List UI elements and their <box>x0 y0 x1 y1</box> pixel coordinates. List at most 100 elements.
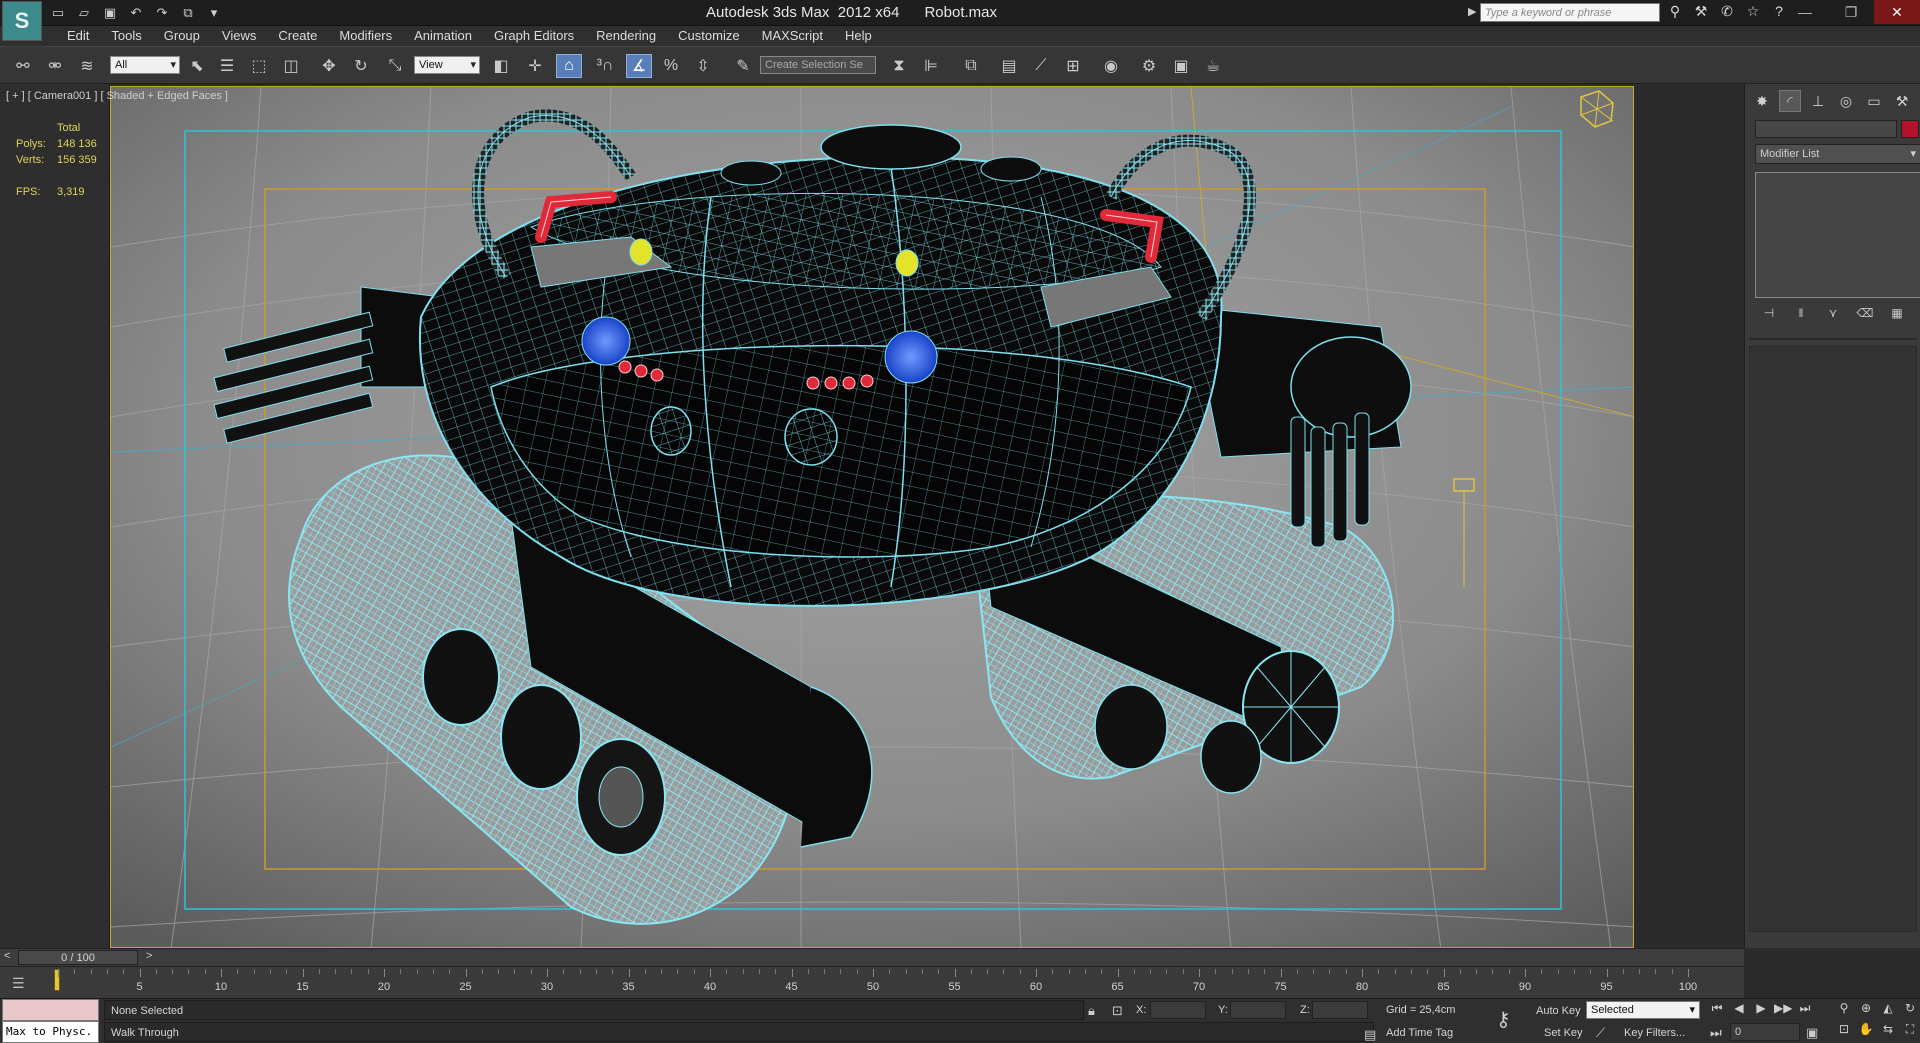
key-mode-dropdown[interactable]: Selected <box>1586 1001 1700 1019</box>
play-icon[interactable]: ▶ <box>1752 1001 1770 1019</box>
menu-maxscript[interactable]: MAXScript <box>751 26 834 46</box>
app-menu-button[interactable]: S <box>2 1 42 41</box>
motion-tab-icon[interactable]: ◎ <box>1835 90 1857 112</box>
zoom-all-icon[interactable]: ⊕ <box>1856 1001 1876 1020</box>
render-production-icon[interactable]: ☕ <box>1200 54 1226 78</box>
qa-dropdown-icon[interactable]: ▾ <box>204 4 224 22</box>
hierarchy-tab-icon[interactable]: ⊥ <box>1807 90 1829 112</box>
communication-icon[interactable]: ✆ <box>1718 3 1736 20</box>
material-editor-icon[interactable]: ◉ <box>1098 54 1124 78</box>
auto-key-button[interactable]: Auto Key <box>1536 1005 1581 1017</box>
track-bar[interactable]: ☰ 5 10 15 20 25 30 35 40 45 50 55 60 65 70 75 80 85 90 95 1… <box>0 966 1744 998</box>
curve-editor-icon[interactable]: ⟋ <box>1028 54 1054 78</box>
viewport-label-menu[interactable]: [ + ] [ Camera001 ] [ Shaded + Edged Fac… <box>6 90 228 102</box>
select-and-rotate-icon[interactable]: ↻ <box>348 54 374 78</box>
menu-create[interactable]: Create <box>267 26 328 46</box>
time-configuration-icon[interactable]: ▣ <box>1806 1025 1818 1041</box>
window-crossing-icon[interactable]: ◫ <box>278 54 304 78</box>
time-slider-thumb[interactable]: 0 / 100 <box>18 950 138 965</box>
object-color-swatch[interactable] <box>1901 120 1919 138</box>
menu-help[interactable]: Help <box>834 26 883 46</box>
schematic-view-icon[interactable]: ⊞ <box>1060 54 1086 78</box>
new-file-icon[interactable]: ▭ <box>48 4 68 22</box>
y-coord-field[interactable] <box>1230 1001 1286 1019</box>
select-and-move-icon[interactable]: ✥ <box>316 54 342 78</box>
go-to-start-icon[interactable]: ⏮ <box>1708 1001 1726 1019</box>
time-slider-prev-icon[interactable]: < <box>4 950 10 962</box>
percent-snap-icon[interactable]: % <box>658 54 684 78</box>
keyboard-shortcut-override-icon[interactable]: ⌂ <box>556 54 582 78</box>
zoom-icon[interactable]: ⚲ <box>1834 1001 1854 1020</box>
set-keys-key-icon[interactable]: ⚷ <box>1496 1007 1511 1032</box>
open-mini-curve-editor-icon[interactable]: ☰ <box>12 975 25 992</box>
unlink-icon[interactable]: ⚮ <box>42 54 68 78</box>
utilities-tab-icon[interactable]: ⚒ <box>1891 90 1913 112</box>
orbit-icon[interactable]: ↻ <box>1900 1001 1920 1020</box>
pivot-center-icon[interactable]: ◧ <box>488 54 514 78</box>
redo-icon[interactable]: ↷ <box>152 4 172 22</box>
create-tab-icon[interactable]: ✸ <box>1751 90 1773 112</box>
menu-group[interactable]: Group <box>153 26 211 46</box>
menu-edit[interactable]: Edit <box>56 26 100 46</box>
rendered-frame-window-icon[interactable]: ▣ <box>1168 54 1194 78</box>
current-time-marker[interactable] <box>54 969 60 991</box>
object-name-field[interactable] <box>1755 120 1897 138</box>
maximize-viewport-icon[interactable]: ⛶ <box>1900 1022 1920 1041</box>
graphite-ribbon-icon[interactable]: ▤ <box>996 54 1022 78</box>
search-expand-icon[interactable]: ▶ <box>1468 5 1476 18</box>
make-unique-icon[interactable]: ⋎ <box>1823 306 1843 324</box>
previous-frame-icon[interactable]: ◀ <box>1730 1001 1748 1019</box>
minimize-button[interactable]: — <box>1782 0 1828 24</box>
remove-modifier-icon[interactable]: ⌫ <box>1855 306 1875 324</box>
render-setup-icon[interactable]: ⚙ <box>1136 54 1162 78</box>
time-slider-next-icon[interactable]: > <box>146 950 152 962</box>
binoculars-icon[interactable]: ⚲ <box>1666 3 1684 20</box>
menu-graph-editors[interactable]: Graph Editors <box>483 26 585 46</box>
subscription-icon[interactable]: ⚒ <box>1692 3 1710 20</box>
snaps-toggle-icon[interactable]: ³∩ <box>592 54 618 78</box>
set-key-button[interactable]: Set Key <box>1544 1027 1583 1039</box>
angle-snap-icon[interactable]: ∡ <box>626 54 652 78</box>
project-folder-icon[interactable]: ⧉ <box>178 4 198 22</box>
key-mode-toggle-icon[interactable]: ⏭ <box>1710 1025 1722 1041</box>
camera-viewport[interactable] <box>110 86 1634 948</box>
maxscript-listener[interactable]: Max to Physc. <box>2 999 99 1043</box>
menu-views[interactable]: Views <box>211 26 267 46</box>
open-file-icon[interactable]: ▱ <box>74 4 94 22</box>
maxscript-output-line[interactable] <box>2 999 99 1021</box>
select-manipulate-icon[interactable]: ✛ <box>522 54 548 78</box>
select-object-icon[interactable]: ⬉ <box>184 54 210 78</box>
align-icon[interactable]: ⊫ <box>918 54 944 78</box>
next-frame-icon[interactable]: ▶▶ <box>1774 1001 1792 1019</box>
maxscript-input-line[interactable]: Max to Physc. <box>2 1021 99 1043</box>
time-tag-icon[interactable]: ▤ <box>1364 1027 1376 1043</box>
menu-tools[interactable]: Tools <box>100 26 152 46</box>
configure-modifier-sets-icon[interactable]: ▦ <box>1887 306 1907 324</box>
selection-lock-icon[interactable]: 🔒︎ <box>1088 1003 1095 1019</box>
time-slider[interactable]: < 0 / 100 > <box>0 948 1744 966</box>
menu-rendering[interactable]: Rendering <box>585 26 667 46</box>
modify-tab-icon[interactable]: ◜ <box>1779 90 1801 112</box>
display-tab-icon[interactable]: ▭ <box>1863 90 1885 112</box>
z-coord-field[interactable] <box>1312 1001 1368 1019</box>
absolute-mode-icon[interactable]: ⊡ <box>1112 1003 1123 1019</box>
add-time-tag-button[interactable]: Add Time Tag <box>1386 1027 1453 1039</box>
modifier-stack[interactable] <box>1755 172 1920 298</box>
field-of-view-icon[interactable]: ◭ <box>1878 1001 1898 1020</box>
select-by-name-icon[interactable]: ☰ <box>214 54 240 78</box>
selection-filter-dropdown[interactable]: All <box>110 56 180 74</box>
reference-coordinate-dropdown[interactable]: View <box>414 56 480 74</box>
save-file-icon[interactable]: ▣ <box>100 4 120 22</box>
spinner-snap-icon[interactable]: ⇳ <box>690 54 716 78</box>
x-coord-field[interactable] <box>1150 1001 1206 1019</box>
bind-space-warp-icon[interactable]: ≋ <box>74 54 100 78</box>
default-tangent-icon[interactable]: ⟋ <box>1596 1025 1605 1041</box>
undo-icon[interactable]: ↶ <box>126 4 146 22</box>
pin-stack-icon[interactable]: ⊣ <box>1759 306 1779 324</box>
menu-customize[interactable]: Customize <box>667 26 750 46</box>
favorites-star-icon[interactable]: ☆ <box>1744 3 1762 20</box>
menu-animation[interactable]: Animation <box>403 26 483 46</box>
maximize-button[interactable]: ❐ <box>1828 0 1874 24</box>
select-and-scale-icon[interactable]: ⤡ <box>382 54 408 78</box>
current-frame-field[interactable]: 0 <box>1730 1023 1800 1041</box>
